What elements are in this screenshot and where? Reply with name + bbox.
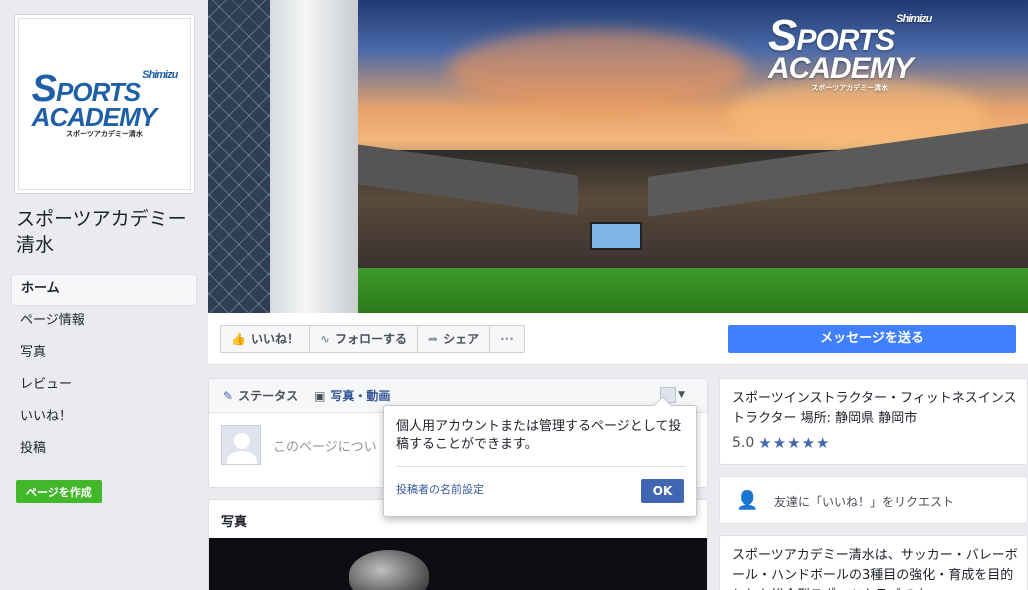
add-friend-icon: 👤 [736,490,759,511]
poster-name-settings-link[interactable]: 投稿者の名前設定 [396,481,484,497]
cover-logo: SPORTSShimizu ACADEMY スポーツアカデミー清水 [768,13,932,93]
rating-value: 5.0 [732,435,755,451]
cover-logo-kana: スポーツアカデミー清水 [811,85,889,92]
left-sidebar: SPORTSShimizu ACADEMY スポーツアカデミー清水 スポーツアカ… [0,0,208,590]
tab-photo-video[interactable]: ▣ 写真・動画 [314,387,390,404]
sports-academy-logo: SPORTSShimizu ACADEMY スポーツアカデミー清水 [31,69,179,139]
rss-icon: ∿ [319,332,331,346]
ok-button[interactable]: OK [641,479,684,503]
cover-logo-text: SPORTSShimizu ACADEMY スポーツアカデミー清水 [768,13,932,93]
nav-item-likes[interactable]: いいね！ [11,402,197,434]
page-info-card: スポーツインストラクター・フィットネスインストラクター 場所: 静岡県 静岡市 … [719,378,1028,465]
share-label: シェア [443,332,480,346]
logo-academy: ACADEMY [31,102,157,132]
popup-message: 個人用アカウントまたは管理するページとして投稿することができます。 [396,419,682,452]
cover-goal-net [208,0,270,313]
nav-item-posts[interactable]: 投稿 [11,434,197,466]
invite-friends-text[interactable]: 友達に「いいね！」をリクエスト [774,493,954,510]
logo-kana: スポーツアカデミー清水 [66,131,143,138]
user-avatar [221,425,261,465]
category-location-text: スポーツインストラクター・フィットネスインストラクター 場所: 静岡県 静岡市 [732,391,1017,426]
cover-logo-academy: ACADEMY [768,52,914,85]
share-button[interactable]: ➦ シェア [418,326,491,352]
cover-logo-shimizu: Shimizu [896,13,932,25]
nav-item-photos[interactable]: 写真 [11,338,197,370]
like-button[interactable]: 👍 いいね！ [221,326,310,352]
poster-tooltip-popup: 個人用アカウントまたは管理するページとして投稿することができます。 投稿者の名前… [383,405,697,517]
more-dots-icon: ··· [500,332,514,346]
follow-button[interactable]: ∿ フォローする [310,326,419,352]
page-nav: ホーム ページ情報 写真 レビュー いいね！ 投稿 [11,274,197,466]
logo-shimizu: Shimizu [142,69,178,81]
rating-row[interactable]: 5.0 ★★★★★ [732,434,831,452]
composer-body: このページについ [221,425,377,465]
photo-ball-image [349,550,429,590]
profile-picture[interactable]: SPORTSShimizu ACADEMY スポーツアカデミー清水 [14,14,195,194]
tab-status-label: ステータス [238,389,299,403]
cover-photo[interactable]: SPORTSShimizu ACADEMY スポーツアカデミー清水 [208,0,1028,313]
like-label: いいね！ [250,332,299,346]
about-card: スポーツアカデミー清水は、サッカー・バレーボール・ハンドボールの3種目の強化・育… [719,535,1028,590]
profile-picture-frame: SPORTSShimizu ACADEMY スポーツアカデミー清水 [18,18,191,190]
cover-cloud [448,30,748,110]
composer-input[interactable]: このページについ [273,436,377,455]
create-page-button[interactable]: ページを作成 [16,480,102,503]
cover-goal-post [270,0,358,313]
caret-down-icon: ▼ [678,390,685,400]
about-text: スポーツアカデミー清水は、サッカー・バレーボール・ハンドボールの3種目の強化・育… [732,548,1018,590]
share-arrow-icon: ➦ [428,332,439,346]
action-button-group: 👍 いいね！ ∿ フォローする ➦ シェア ··· [220,325,525,353]
nav-item-home[interactable]: ホーム [11,274,197,306]
photos-title[interactable]: 写真 [221,511,247,530]
more-button[interactable]: ··· [490,326,524,352]
camera-icon: ▣ [314,388,326,403]
thumbs-up-icon: 👍 [231,332,246,346]
send-message-button[interactable]: メッセージを送る [728,325,1016,353]
invite-friends-card[interactable]: 👤 友達に「いいね！」をリクエスト [719,476,1028,524]
page-action-bar: 👍 いいね！ ∿ フォローする ➦ シェア ··· メッセージを送る [208,313,1028,365]
follow-label: フォローする [335,332,408,346]
tab-status[interactable]: ✎ ステータス [223,387,298,404]
nav-item-about[interactable]: ページ情報 [11,306,197,338]
page-name[interactable]: スポーツアカデミー清水 [16,206,201,258]
nav-item-reviews[interactable]: レビュー [11,370,197,402]
popup-divider [396,466,686,467]
photo-thumbnail[interactable] [209,538,707,590]
star-rating-icon: ★★★★★ [758,434,831,452]
pencil-icon: ✎ [223,388,234,403]
tab-photo-label: 写真・動画 [330,389,391,403]
cover-scoreboard [590,222,642,250]
